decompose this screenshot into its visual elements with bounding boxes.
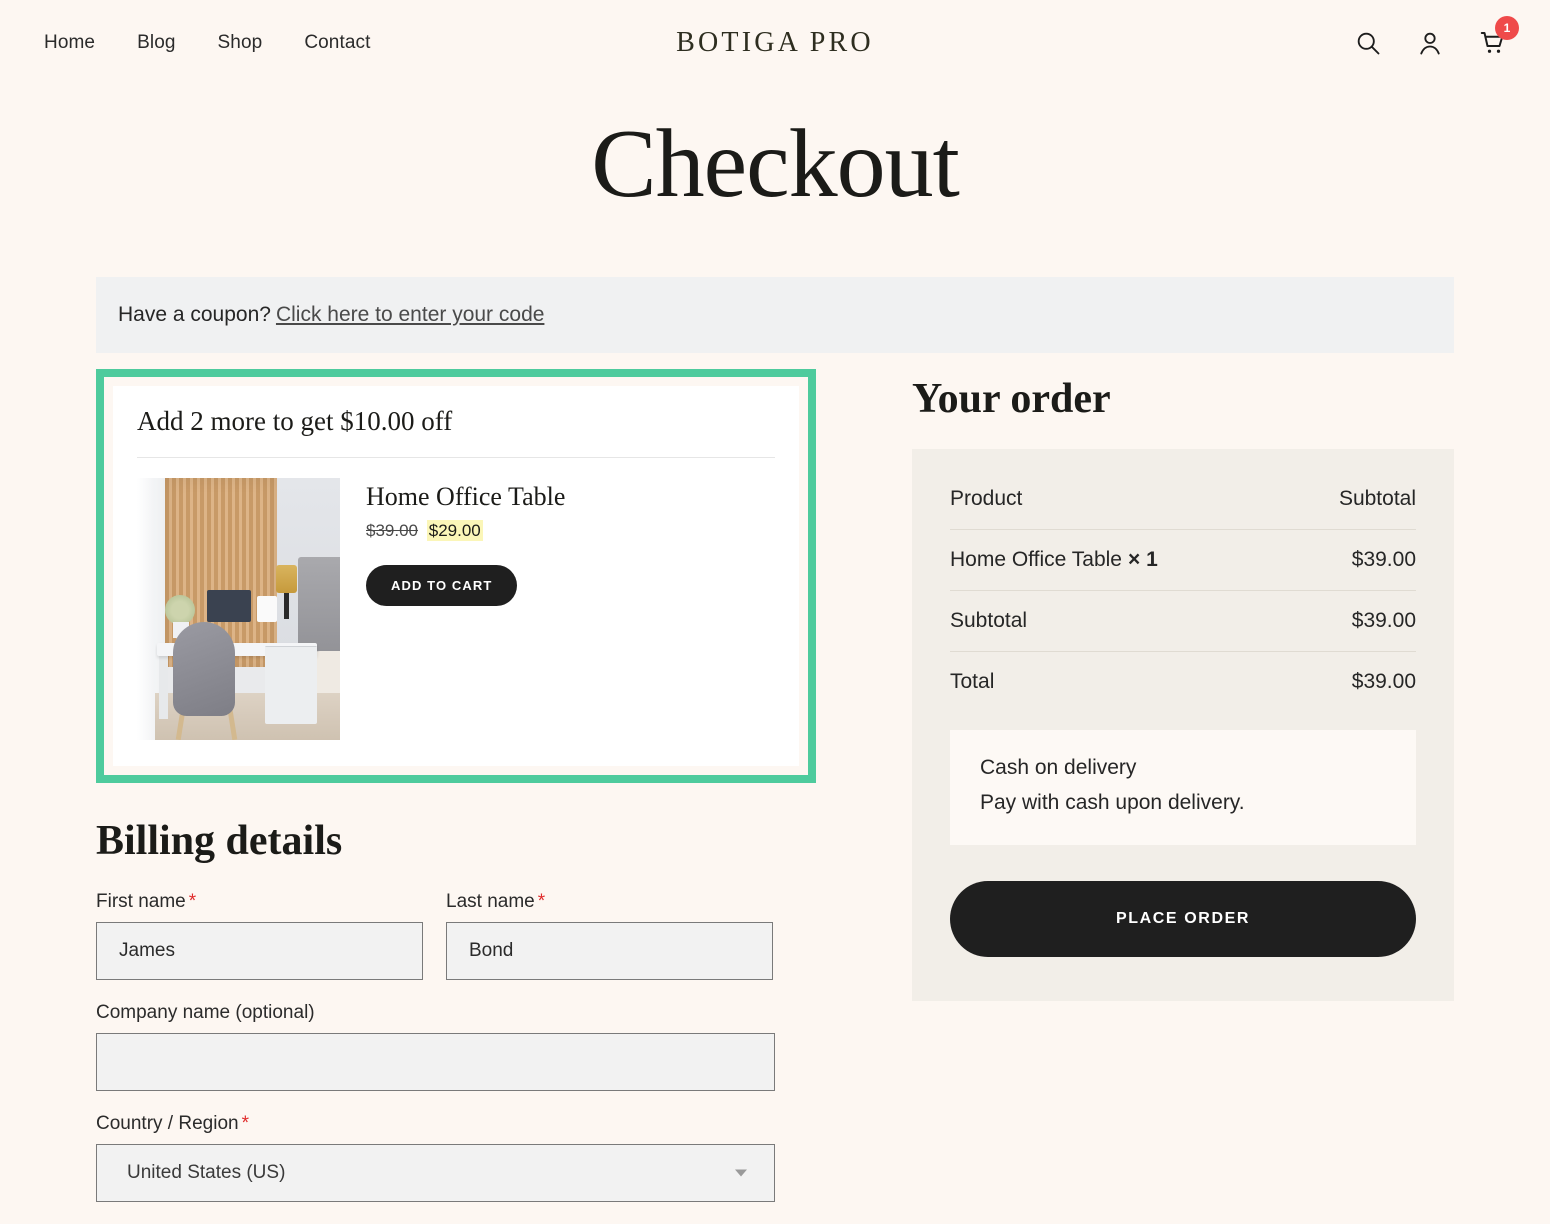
product-details: Home Office Table $39.00 $29.00 ADD TO C…: [366, 478, 565, 740]
country-label-text: Country / Region: [96, 1113, 239, 1134]
nav-item-contact[interactable]: Contact: [304, 32, 370, 54]
coupon-toggle-link[interactable]: Click here to enter your code: [276, 303, 544, 327]
nav-item-blog[interactable]: Blog: [137, 32, 175, 54]
payment-method-box[interactable]: Cash on delivery Pay with cash upon deli…: [950, 730, 1416, 845]
main-navigation: Home Blog Shop Contact: [44, 32, 371, 54]
last-name-field-group: Last name *: [446, 891, 773, 980]
subtotal-label: Subtotal: [950, 609, 1028, 632]
last-name-label-text: Last name: [446, 891, 535, 912]
price-original: $39.00: [366, 521, 418, 540]
product-name: Home Office Table: [366, 482, 566, 511]
product-price-row: $39.00 $29.00: [366, 520, 565, 541]
company-field-group: Company name (optional): [96, 1002, 775, 1091]
last-name-input[interactable]: [446, 922, 773, 980]
order-item-name-cell: Home Office Table × 1: [950, 530, 1290, 591]
upsell-card: Add 2 more to get $10.00 off Home Office…: [113, 386, 799, 766]
total-label: Total: [950, 670, 995, 693]
country-label: Country / Region *: [96, 1113, 775, 1135]
checkout-right-column: Your order Product Subtotal Home Office …: [912, 369, 1454, 1001]
column-header-product: Product: [950, 487, 1023, 510]
order-table-header-row: Product Subtotal: [950, 487, 1416, 530]
cart-count-badge: 1: [1495, 16, 1519, 40]
page-title: Checkout: [591, 110, 960, 218]
your-order-heading: Your order: [912, 376, 1111, 422]
name-field-row: First name* Last name*: [96, 891, 816, 1002]
site-header: Home Blog Shop Contact BOTIGA PRO 1: [0, 0, 1550, 86]
header-icon-group: 1: [1354, 16, 1519, 58]
required-marker: *: [241, 1113, 249, 1134]
column-header-subtotal: Subtotal: [1338, 487, 1416, 510]
upsell-highlight-frame: Add 2 more to get $10.00 off Home Office…: [96, 369, 816, 783]
order-item-amount: $39.00: [1351, 548, 1416, 571]
country-select[interactable]: [96, 1144, 775, 1202]
coupon-bar: Have a coupon? Click here to enter your …: [96, 277, 1454, 353]
country-field-group: Country / Region *: [96, 1113, 775, 1202]
user-icon[interactable]: [1416, 29, 1444, 57]
billing-details-heading: Billing details: [96, 818, 343, 864]
checkout-main: Add 2 more to get $10.00 off Home Office…: [96, 369, 1454, 1224]
product-image: [137, 478, 340, 740]
order-summary-box: Product Subtotal Home Office Table × 1 $3…: [912, 449, 1454, 1001]
subtotal-amount: $39.00: [1351, 609, 1416, 632]
order-item-name: Home Office Table: [950, 548, 1122, 571]
search-icon[interactable]: [1354, 29, 1382, 57]
total-row: Total $39.00: [950, 652, 1416, 695]
price-sale: $29.00: [426, 520, 483, 541]
nav-item-shop[interactable]: Shop: [218, 32, 263, 54]
table-row: Home Office Table × 1 $39.00: [950, 530, 1416, 591]
first-name-field-group: First name *: [96, 891, 423, 980]
company-label: Company name (optional): [96, 1002, 315, 1023]
first-name-label: First name *: [96, 891, 423, 913]
payment-method-description: Pay with cash upon delivery.: [980, 791, 1245, 814]
add-to-cart-button[interactable]: ADD TO CART: [366, 565, 518, 606]
last-name-label: Last name *: [446, 891, 773, 913]
required-marker: *: [537, 891, 546, 912]
subtotal-row: Subtotal $39.00: [950, 591, 1416, 652]
order-item-qty: × 1: [1127, 548, 1158, 571]
order-summary-table: Product Subtotal Home Office Table × 1 $3…: [950, 487, 1416, 694]
nav-item-home[interactable]: Home: [44, 32, 95, 54]
total-amount: $39.00: [1351, 670, 1416, 693]
required-marker: *: [188, 891, 197, 912]
checkout-left-column: Add 2 more to get $10.00 off Home Office…: [96, 369, 816, 1224]
first-name-input[interactable]: [96, 922, 423, 980]
upsell-title: Add 2 more to get $10.00 off: [137, 406, 775, 458]
payment-method-name: Cash on delivery: [980, 756, 1137, 779]
coupon-prompt-text: Have a coupon?: [118, 303, 271, 326]
country-select-wrapper: [96, 1144, 775, 1202]
first-name-label-text: First name: [96, 891, 186, 912]
upsell-product-row: Home Office Table $39.00 $29.00 ADD TO C…: [137, 458, 775, 740]
company-input[interactable]: [96, 1033, 775, 1091]
cart-icon[interactable]: 1: [1478, 16, 1519, 58]
place-order-button[interactable]: PLACE ORDER: [950, 881, 1416, 957]
